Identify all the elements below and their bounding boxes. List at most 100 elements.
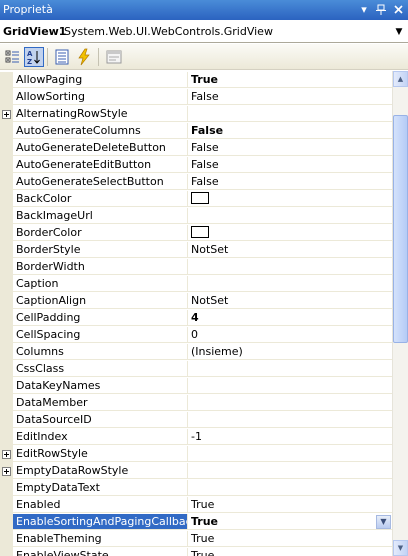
events-button[interactable] <box>74 47 94 67</box>
property-row[interactable]: Columns (Insieme) <box>0 344 392 361</box>
property-row[interactable]: EnableViewState True <box>0 548 392 556</box>
property-name[interactable]: Enabled <box>13 497 188 513</box>
property-row[interactable]: AllowSorting False <box>0 89 392 106</box>
property-row[interactable]: AutoGenerateEditButton False <box>0 157 392 174</box>
property-value[interactable]: False <box>188 89 392 105</box>
property-name[interactable]: AllowSorting <box>13 89 188 105</box>
property-pages-button[interactable] <box>104 47 124 67</box>
property-name[interactable]: DataMember <box>13 395 188 411</box>
close-icon[interactable] <box>391 2 405 17</box>
property-value[interactable] <box>188 191 392 207</box>
value-dropdown-icon[interactable]: ▼ <box>376 515 391 529</box>
property-name[interactable]: DataSourceID <box>13 412 188 428</box>
property-name[interactable]: EmptyDataRowStyle <box>13 463 188 479</box>
property-value[interactable] <box>188 446 392 462</box>
property-value[interactable]: (Insieme) <box>188 344 392 360</box>
property-name[interactable]: EnableViewState <box>13 548 188 556</box>
property-row[interactable]: CellPadding 4 <box>0 310 392 327</box>
properties-button[interactable] <box>52 47 72 67</box>
expand-icon[interactable] <box>2 450 11 459</box>
property-row[interactable]: Enabled True <box>0 497 392 514</box>
property-row[interactable]: EnableTheming True <box>0 531 392 548</box>
property-row[interactable]: CellSpacing 0 <box>0 327 392 344</box>
property-row[interactable]: AutoGenerateDeleteButton False <box>0 140 392 157</box>
property-name[interactable]: CellPadding <box>13 310 188 326</box>
property-row[interactable]: AutoGenerateColumns False <box>0 123 392 140</box>
property-name[interactable]: BorderColor <box>13 225 188 241</box>
property-name[interactable]: AutoGenerateDeleteButton <box>13 140 188 156</box>
property-row[interactable]: BackColor <box>0 191 392 208</box>
property-name[interactable]: EmptyDataText <box>13 480 188 496</box>
property-name[interactable]: Caption <box>13 276 188 292</box>
property-row[interactable]: EmptyDataRowStyle <box>0 463 392 480</box>
categorized-button[interactable] <box>3 47 23 67</box>
property-value[interactable]: -1 <box>188 429 392 445</box>
property-name[interactable]: AutoGenerateEditButton <box>13 157 188 173</box>
property-row[interactable]: EditRowStyle <box>0 446 392 463</box>
property-row[interactable]: EmptyDataText <box>0 480 392 497</box>
property-name[interactable]: BorderWidth <box>13 259 188 275</box>
property-name[interactable]: Columns <box>13 344 188 360</box>
property-name[interactable]: BackColor <box>13 191 188 207</box>
property-row[interactable]: EnableSortingAndPagingCallbacks True ▼ <box>0 514 392 531</box>
property-name[interactable]: BackImageUrl <box>13 208 188 224</box>
property-row[interactable]: BorderColor <box>0 225 392 242</box>
property-value[interactable]: NotSet <box>188 242 392 258</box>
property-value[interactable]: 4 <box>188 310 392 326</box>
property-row[interactable]: CssClass <box>0 361 392 378</box>
property-value[interactable] <box>188 259 392 275</box>
property-name[interactable]: AlternatingRowStyle <box>13 106 188 122</box>
selector-dropdown-icon[interactable]: ▼ <box>392 25 406 39</box>
property-value[interactable]: False <box>188 140 392 156</box>
property-value[interactable]: True ▼ <box>188 514 392 530</box>
property-value[interactable] <box>188 412 392 428</box>
property-name[interactable]: DataKeyNames <box>13 378 188 394</box>
property-name[interactable]: CssClass <box>13 361 188 377</box>
property-row[interactable]: BorderWidth <box>0 259 392 276</box>
property-row[interactable]: CaptionAlign NotSet <box>0 293 392 310</box>
property-row[interactable]: EditIndex -1 <box>0 429 392 446</box>
property-value[interactable]: False <box>188 157 392 173</box>
property-value[interactable]: False <box>188 123 392 139</box>
property-value[interactable] <box>188 395 392 411</box>
property-value[interactable]: NotSet <box>188 293 392 309</box>
property-row[interactable]: AlternatingRowStyle <box>0 106 392 123</box>
property-row[interactable]: BackImageUrl <box>0 208 392 225</box>
property-value[interactable]: 0 <box>188 327 392 343</box>
property-row[interactable]: DataMember <box>0 395 392 412</box>
property-value[interactable] <box>188 106 392 122</box>
property-value[interactable] <box>188 208 392 224</box>
alphabetical-button[interactable]: A Z <box>24 47 44 67</box>
property-value[interactable]: True <box>188 548 392 556</box>
property-row[interactable]: DataSourceID <box>0 412 392 429</box>
property-name[interactable]: BorderStyle <box>13 242 188 258</box>
pin-icon[interactable] <box>374 2 388 17</box>
property-row[interactable]: Caption <box>0 276 392 293</box>
property-value[interactable] <box>188 480 392 496</box>
property-name[interactable]: AllowPaging <box>13 72 188 88</box>
property-name[interactable]: EditIndex <box>13 429 188 445</box>
property-value[interactable]: False <box>188 174 392 190</box>
property-value[interactable]: True <box>188 72 392 88</box>
property-name[interactable]: AutoGenerateColumns <box>13 123 188 139</box>
expand-icon[interactable] <box>2 110 11 119</box>
property-name[interactable]: EditRowStyle <box>13 446 188 462</box>
property-row[interactable]: DataKeyNames <box>0 378 392 395</box>
property-name[interactable]: CellSpacing <box>13 327 188 343</box>
property-name[interactable]: CaptionAlign <box>13 293 188 309</box>
property-row[interactable]: AutoGenerateSelectButton False <box>0 174 392 191</box>
property-name[interactable]: EnableSortingAndPagingCallbacks <box>13 514 188 530</box>
object-selector[interactable]: GridView1 System.Web.UI.WebControls.Grid… <box>0 21 408 43</box>
property-value[interactable] <box>188 361 392 377</box>
property-value[interactable] <box>188 276 392 292</box>
property-value[interactable]: True <box>188 497 392 513</box>
scroll-thumb[interactable] <box>393 115 408 343</box>
vertical-scrollbar[interactable]: ▲ ▼ <box>392 71 408 556</box>
expand-icon[interactable] <box>2 467 11 476</box>
property-value[interactable] <box>188 378 392 394</box>
window-menu-icon[interactable]: ▾ <box>357 2 371 17</box>
property-value[interactable] <box>188 225 392 241</box>
property-row[interactable]: AllowPaging True <box>0 72 392 89</box>
color-swatch[interactable] <box>191 226 209 238</box>
scroll-down-icon[interactable]: ▼ <box>393 540 408 556</box>
